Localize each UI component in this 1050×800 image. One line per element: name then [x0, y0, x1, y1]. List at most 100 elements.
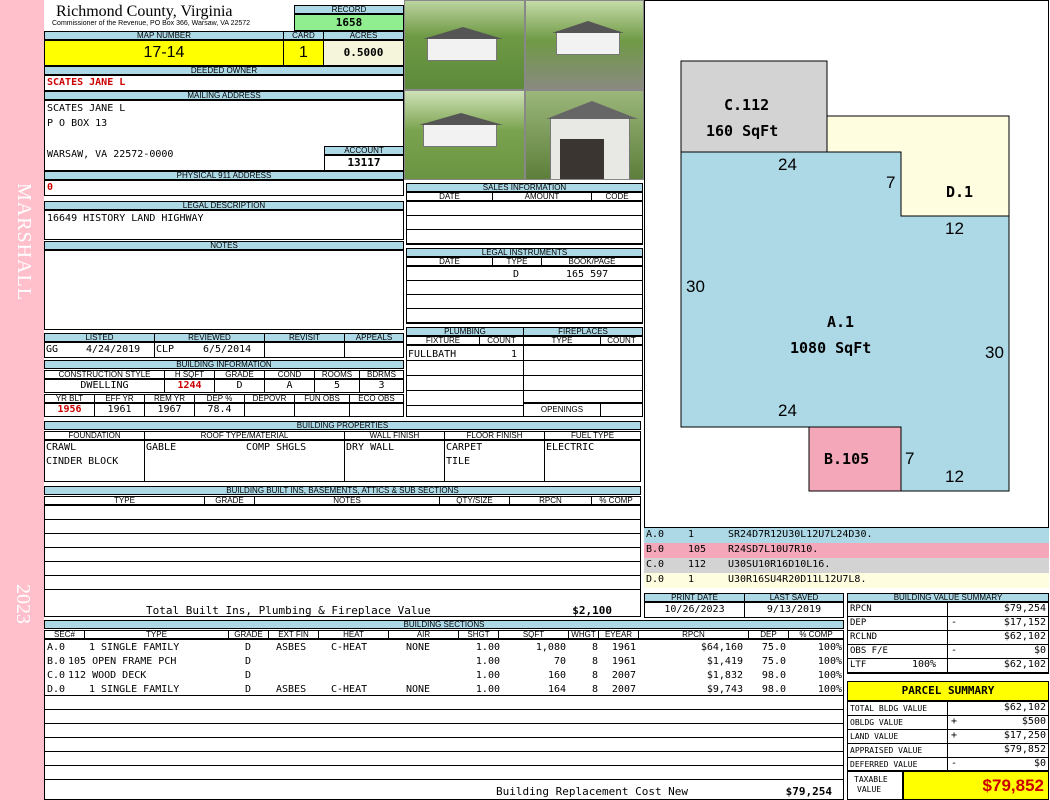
sec-row-a-rpcn: $64,160	[700, 642, 743, 653]
prop-floor-2: TILE	[446, 456, 471, 467]
dim-d-7: 7	[886, 173, 896, 192]
taxable-label-2: VALUE	[857, 785, 882, 794]
dim-b-7: 7	[905, 449, 915, 468]
sec-row-b-sqft: 70	[553, 656, 566, 667]
print-date-label: PRINT DATE	[644, 593, 745, 602]
replacement-row	[45, 783, 843, 799]
sec-row-c-shgt: 1.00	[475, 670, 500, 681]
area-d-code: D.1	[946, 183, 974, 201]
last-saved: 9/13/2019	[744, 602, 844, 618]
dim-left-30: 30	[686, 277, 705, 296]
reviewed-label: REVIEWED	[154, 333, 265, 342]
sec-col-8: WHGT	[568, 630, 599, 639]
last-saved-label: LAST SAVED	[744, 593, 844, 602]
bi-h-funobs: FUN OBS	[294, 394, 350, 403]
area-b-code: B.105	[824, 450, 870, 468]
sec-row-d-sec: D.0	[47, 684, 66, 695]
map-label: MAP NUMBER	[44, 31, 284, 40]
dim-d-12: 12	[945, 219, 964, 238]
bi-sqft: 1244	[164, 379, 215, 393]
plumb-count: 1	[511, 349, 518, 360]
bvs-ltf-pct: 100%	[912, 659, 937, 670]
prop-roof-mat: COMP SHGLS	[246, 442, 307, 453]
dim-top-24: 24	[778, 155, 797, 174]
house-photo-3	[404, 90, 525, 180]
bvs-rclnd: $62,102	[1003, 631, 1046, 642]
builtins-total: $2,100	[572, 604, 612, 617]
bvs-label: BUILDING VALUE SUMMARY	[847, 593, 1049, 602]
mailing-line1: SCATES JANE L	[47, 103, 126, 114]
notes-box	[44, 250, 404, 330]
builtins-total-label: Total Built Ins, Plumbing & Fireplace Va…	[146, 604, 431, 617]
replacement-value: $79,254	[785, 785, 832, 798]
sec-row-b-rpcn: $1,419	[706, 656, 743, 667]
card-label: CARD	[283, 31, 324, 40]
builtins-rows	[44, 505, 641, 617]
sec-col-1: TYPE	[84, 630, 229, 639]
physical-value: 0	[44, 180, 404, 196]
sec-row-a-shgt: 1.00	[475, 642, 500, 653]
properties-label: BUILDING PROPERTIES	[44, 421, 641, 430]
county-sub: Commissioner of the Revenue, PO Box 366,…	[52, 20, 251, 27]
bvs-obs-label: OBS F/E	[850, 646, 888, 656]
bi-h-effyr: EFF YR	[94, 394, 145, 403]
bi-h-remyr: REM YR	[144, 394, 195, 403]
sec-row-d-air: NONE	[406, 684, 431, 695]
bvs-ltf-label: LTF	[850, 660, 867, 670]
area-a-code: A.1	[827, 313, 855, 331]
prop-col-floor: FLOOR FINISH	[444, 431, 545, 440]
vector-b-n: 105	[688, 544, 707, 555]
fireplaces-label: FIREPLACES	[523, 327, 643, 336]
sec-col-0: SEC#	[44, 630, 85, 639]
vector-b-sec: B.0	[646, 544, 665, 555]
bldg-info-label: BUILDING INFORMATION	[44, 360, 404, 369]
sec-col-10: RPCN	[638, 630, 749, 639]
sec-col-3: EXT FIN	[268, 630, 319, 639]
sec-row-a-grade: D	[245, 642, 252, 653]
bi-effyr: 1961	[94, 403, 145, 417]
sec-row-c-sqft: 160	[547, 670, 566, 681]
revisit-label: REVISIT	[264, 333, 345, 342]
bin-col-grade: GRADE	[204, 496, 255, 505]
parcel-land-sign: +	[951, 730, 958, 741]
vector-c-n: 112	[688, 559, 707, 570]
prop-foundation-1: CRAWL	[46, 442, 77, 453]
bi-h-cond: COND	[264, 370, 315, 379]
card-number: 1	[283, 40, 324, 66]
sec-row-c-whgt: 8	[591, 670, 598, 681]
sec-row-b-whgt: 8	[591, 656, 598, 667]
dim-b-12: 12	[945, 467, 964, 486]
sales-col-date: DATE	[406, 192, 493, 201]
legal-value: 16649 HISTORY LAND HIGHWAY	[44, 210, 404, 240]
appeals-label: APPEALS	[344, 333, 404, 342]
plumb-col-count: COUNT	[479, 336, 524, 345]
sec-row-d-eyear: 2007	[611, 684, 636, 695]
taxable-label-1: TAXABLE	[854, 775, 888, 784]
prop-wall: DRY WALL	[346, 442, 395, 453]
prop-col-foundation: FOUNDATION	[44, 431, 145, 440]
parcel-land-label: LAND VALUE	[850, 732, 899, 741]
vector-d-sec: D.0	[646, 574, 665, 585]
parcel-land: $17,250	[1003, 730, 1046, 741]
parcel-appraised-label: APPRAISED VALUE	[850, 746, 923, 755]
vector-a-sec: A.0	[646, 529, 665, 540]
vector-d-code: U30R16SU4R20D11L12U7L8.	[728, 574, 867, 585]
vector-c-code: U30SU10R16D10L16.	[728, 559, 831, 570]
bi-h-style: CONSTRUCTION STYLE	[44, 370, 165, 379]
sec-col-5: AIR	[388, 630, 459, 639]
bvs-rclnd-label: RCLND	[850, 632, 878, 642]
bi-h-yrblt: YR BLT	[44, 394, 95, 403]
instr-book: 165 597	[566, 269, 609, 280]
sec-row-c-grade: D	[245, 670, 252, 681]
sec-row-b-eyear: 1961	[611, 656, 636, 667]
owner-name: SCATES JANE L	[44, 75, 404, 91]
sec-row-d-shgt: 1.00	[475, 684, 500, 695]
instr-col-book: BOOK/PAGE	[541, 257, 643, 266]
bvs-ltf: $62,102	[1003, 659, 1046, 670]
prop-col-wall: WALL FINISH	[344, 431, 445, 440]
plumb-col-fixture: FIXTURE	[406, 336, 480, 345]
area-a-size: 1080 SqFt	[790, 339, 872, 357]
prop-fuel: ELECTRIC	[546, 442, 595, 453]
parcel-obldg-label: OBLDG VALUE	[850, 718, 903, 727]
account-label: ACCOUNT	[324, 146, 404, 155]
